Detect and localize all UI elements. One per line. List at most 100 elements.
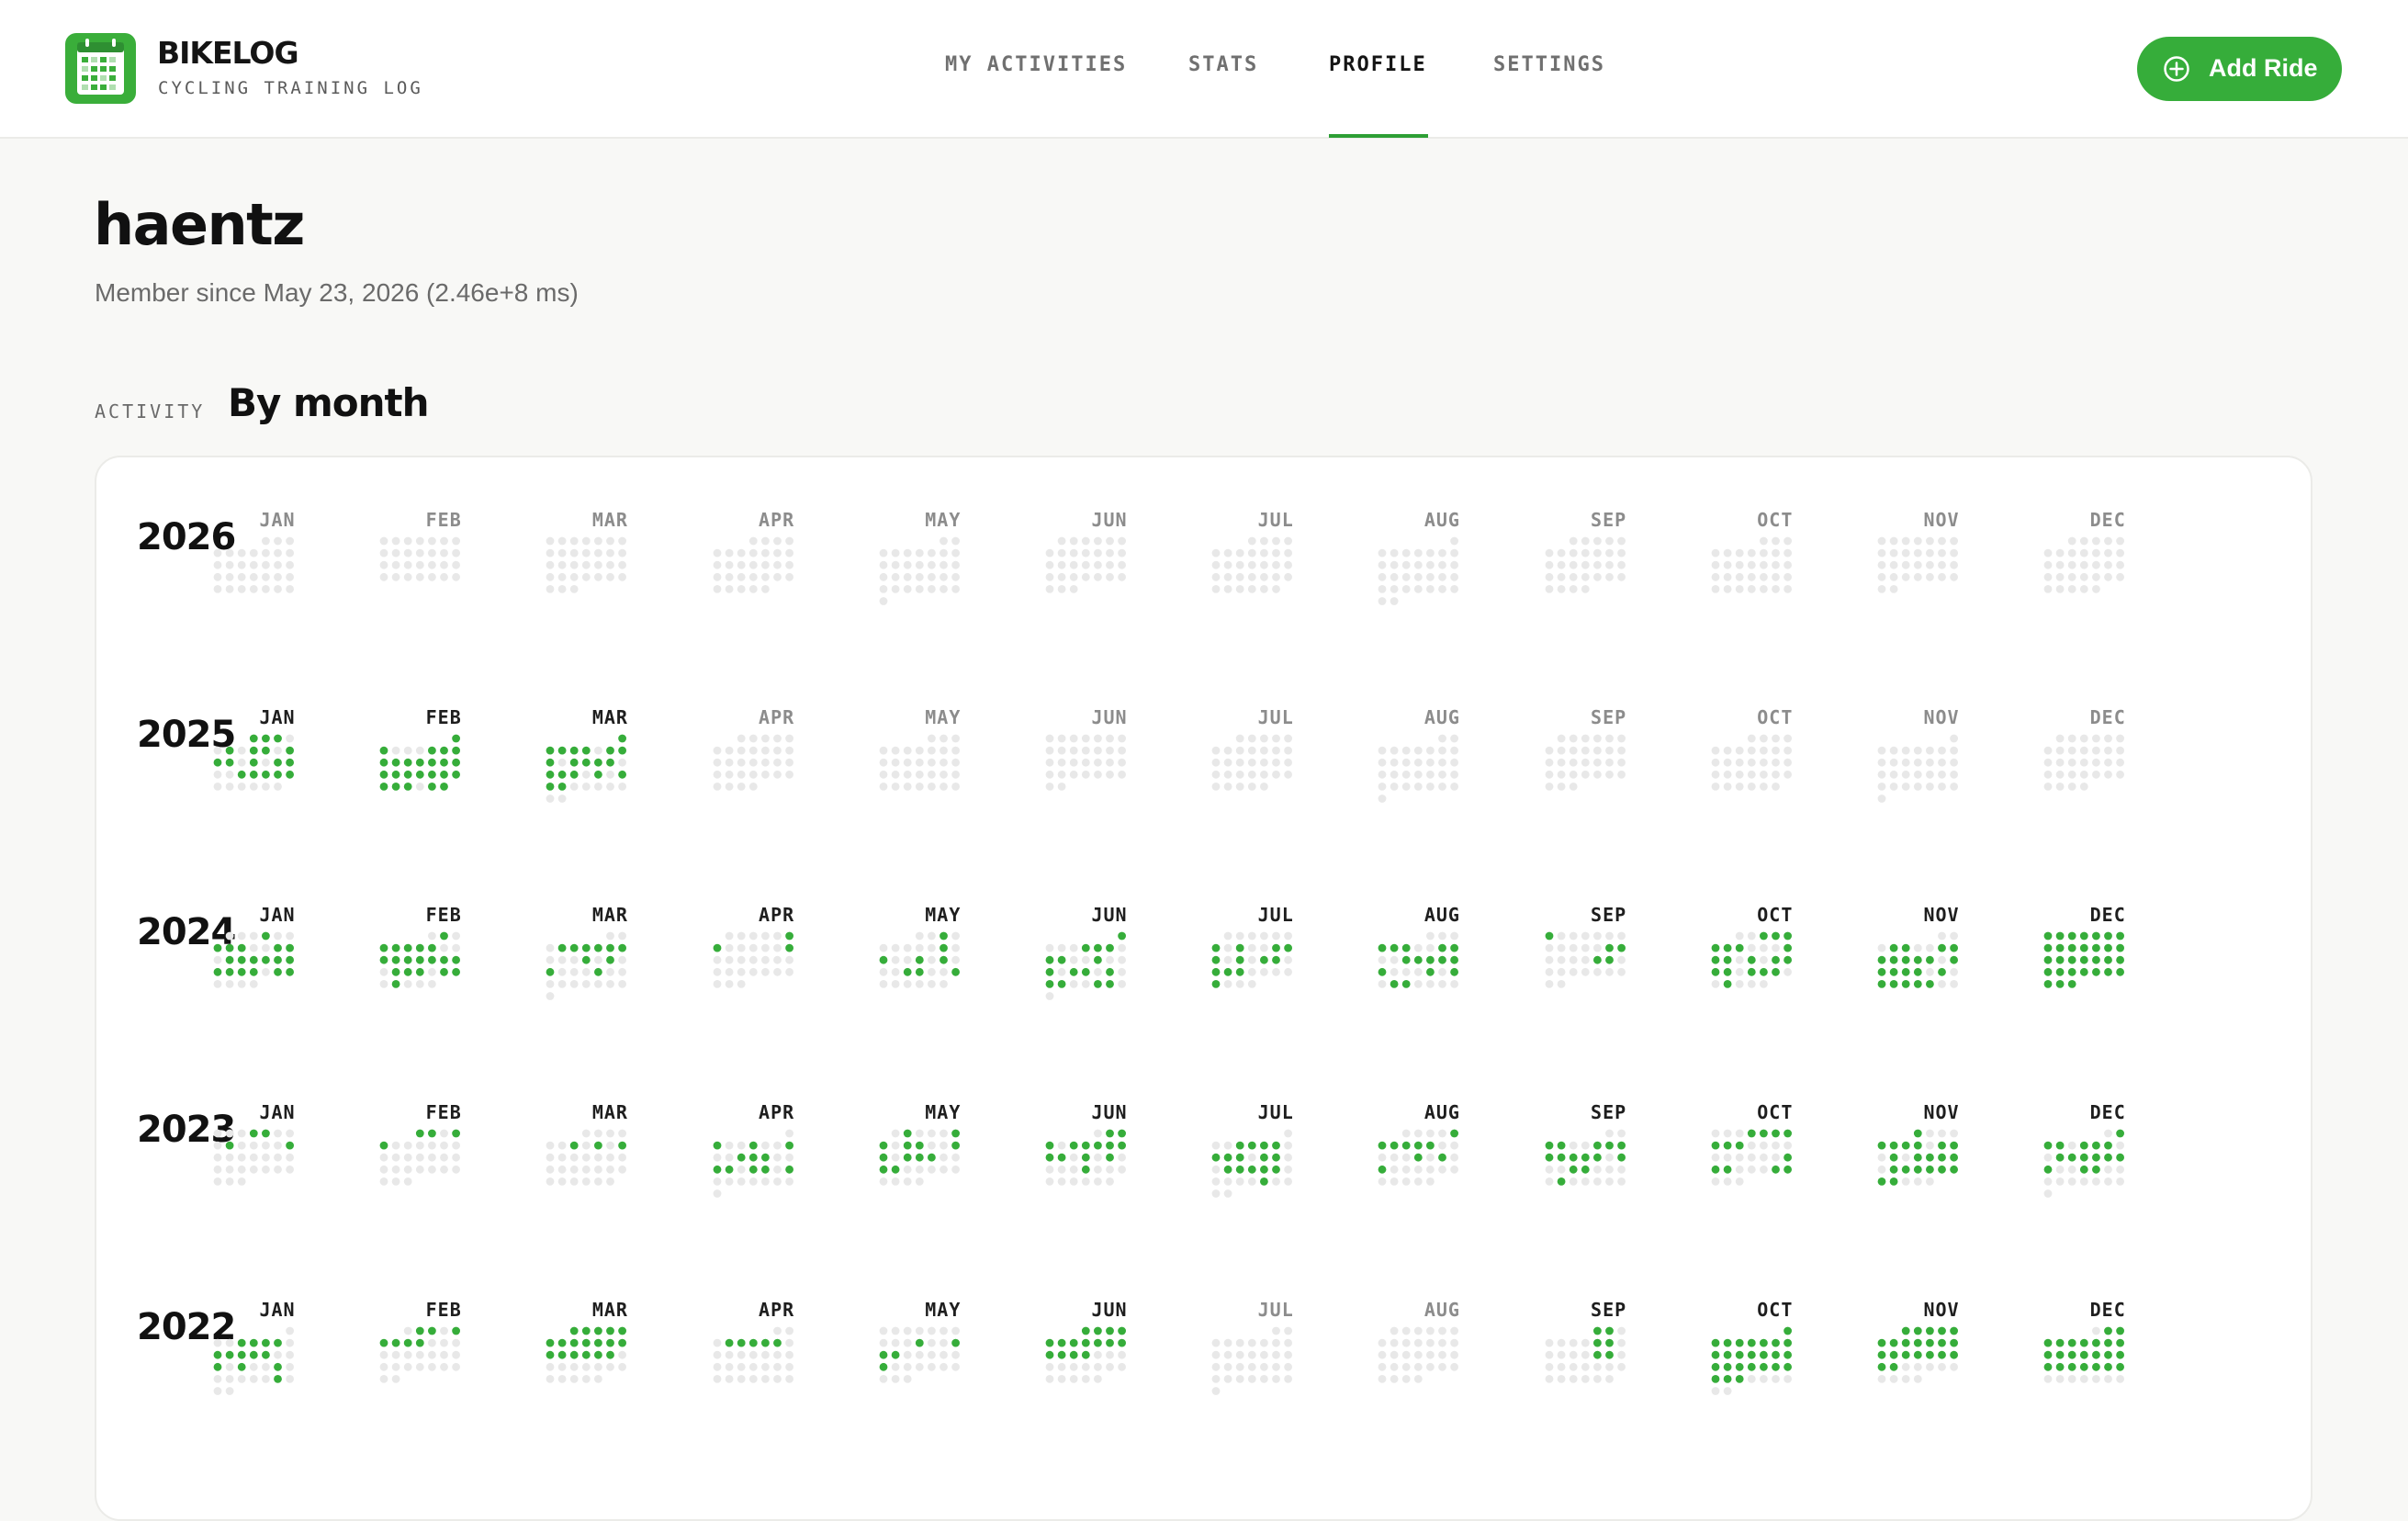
- empty-day-dot[interactable]: [915, 572, 924, 581]
- empty-day-dot[interactable]: [927, 1338, 936, 1347]
- ride-day-dot[interactable]: [713, 943, 721, 952]
- empty-day-dot[interactable]: [927, 734, 936, 743]
- empty-day-dot[interactable]: [286, 548, 294, 558]
- ride-day-dot[interactable]: [2116, 931, 2125, 941]
- empty-day-dot[interactable]: [1094, 1129, 1102, 1138]
- ride-day-dot[interactable]: [1045, 1338, 1054, 1347]
- empty-day-dot[interactable]: [1711, 783, 1720, 791]
- empty-day-dot[interactable]: [274, 931, 282, 941]
- ride-day-dot[interactable]: [2055, 967, 2065, 976]
- ride-day-dot[interactable]: [594, 770, 603, 779]
- empty-day-dot[interactable]: [1581, 943, 1590, 952]
- empty-day-dot[interactable]: [1735, 1153, 1744, 1162]
- empty-day-dot[interactable]: [1938, 931, 1946, 941]
- empty-day-dot[interactable]: [1569, 1350, 1578, 1359]
- empty-day-dot[interactable]: [546, 1375, 555, 1383]
- empty-day-dot[interactable]: [262, 967, 270, 976]
- empty-day-dot[interactable]: [1426, 1129, 1435, 1138]
- empty-day-dot[interactable]: [1723, 548, 1732, 558]
- ride-day-dot[interactable]: [1771, 1350, 1780, 1359]
- empty-day-dot[interactable]: [618, 955, 627, 964]
- empty-day-dot[interactable]: [760, 1141, 770, 1150]
- empty-day-dot[interactable]: [2104, 1177, 2113, 1186]
- month-calendar-mar[interactable]: MAR: [541, 1247, 679, 1445]
- empty-day-dot[interactable]: [1235, 734, 1244, 743]
- month-calendar-apr[interactable]: APR: [708, 852, 846, 1050]
- empty-day-dot[interactable]: [618, 1153, 627, 1162]
- empty-day-dot[interactable]: [1426, 1338, 1435, 1347]
- empty-day-dot[interactable]: [1118, 746, 1126, 755]
- empty-day-dot[interactable]: [391, 560, 400, 569]
- empty-day-dot[interactable]: [1592, 560, 1602, 569]
- ride-day-dot[interactable]: [1938, 1350, 1946, 1359]
- ride-day-dot[interactable]: [570, 758, 579, 767]
- empty-day-dot[interactable]: [2055, 783, 2065, 791]
- empty-day-dot[interactable]: [1223, 1177, 1232, 1186]
- empty-day-dot[interactable]: [582, 536, 591, 546]
- empty-day-dot[interactable]: [1592, 1177, 1602, 1186]
- ride-day-dot[interactable]: [237, 967, 246, 976]
- empty-day-dot[interactable]: [772, 1153, 782, 1162]
- ride-day-dot[interactable]: [903, 1153, 912, 1162]
- empty-day-dot[interactable]: [1913, 746, 1922, 755]
- empty-day-dot[interactable]: [713, 967, 721, 976]
- empty-day-dot[interactable]: [927, 1129, 936, 1138]
- empty-day-dot[interactable]: [760, 758, 770, 767]
- ride-day-dot[interactable]: [2092, 1141, 2100, 1150]
- empty-day-dot[interactable]: [1390, 1338, 1399, 1347]
- empty-day-dot[interactable]: [1604, 770, 1614, 779]
- empty-day-dot[interactable]: [1581, 931, 1590, 941]
- empty-day-dot[interactable]: [1569, 1141, 1578, 1150]
- empty-day-dot[interactable]: [1211, 770, 1221, 779]
- empty-day-dot[interactable]: [1094, 560, 1102, 569]
- empty-day-dot[interactable]: [1045, 992, 1054, 1000]
- ride-day-dot[interactable]: [1106, 1129, 1114, 1138]
- empty-day-dot[interactable]: [2104, 1129, 2113, 1138]
- empty-day-dot[interactable]: [225, 783, 234, 791]
- empty-day-dot[interactable]: [1390, 783, 1399, 791]
- empty-day-dot[interactable]: [903, 1338, 912, 1347]
- ride-day-dot[interactable]: [606, 746, 615, 755]
- empty-day-dot[interactable]: [1545, 746, 1553, 755]
- ride-day-dot[interactable]: [225, 1141, 234, 1150]
- empty-day-dot[interactable]: [2116, 548, 2125, 558]
- empty-day-dot[interactable]: [951, 572, 960, 581]
- empty-day-dot[interactable]: [403, 572, 412, 581]
- empty-day-dot[interactable]: [1747, 572, 1756, 581]
- empty-day-dot[interactable]: [428, 931, 436, 941]
- empty-day-dot[interactable]: [1045, 758, 1054, 767]
- empty-day-dot[interactable]: [1235, 548, 1244, 558]
- empty-day-dot[interactable]: [1747, 746, 1756, 755]
- ride-day-dot[interactable]: [249, 955, 258, 964]
- empty-day-dot[interactable]: [2055, 770, 2065, 779]
- empty-day-dot[interactable]: [1557, 967, 1566, 976]
- ride-day-dot[interactable]: [558, 1350, 567, 1359]
- empty-day-dot[interactable]: [1450, 1141, 1459, 1150]
- ride-day-dot[interactable]: [1877, 1338, 1886, 1347]
- empty-day-dot[interactable]: [1248, 931, 1256, 941]
- empty-day-dot[interactable]: [570, 560, 579, 569]
- empty-day-dot[interactable]: [237, 1375, 246, 1383]
- empty-day-dot[interactable]: [1414, 585, 1423, 593]
- empty-day-dot[interactable]: [1402, 585, 1411, 593]
- empty-day-dot[interactable]: [1106, 1177, 1114, 1186]
- empty-day-dot[interactable]: [713, 1338, 721, 1347]
- empty-day-dot[interactable]: [1235, 1350, 1244, 1359]
- empty-day-dot[interactable]: [1057, 1375, 1066, 1383]
- empty-day-dot[interactable]: [1581, 560, 1590, 569]
- empty-day-dot[interactable]: [213, 1375, 222, 1383]
- empty-day-dot[interactable]: [1402, 560, 1411, 569]
- ride-day-dot[interactable]: [891, 1165, 900, 1174]
- ride-day-dot[interactable]: [939, 931, 948, 941]
- empty-day-dot[interactable]: [274, 746, 282, 755]
- empty-day-dot[interactable]: [1545, 1375, 1553, 1383]
- empty-day-dot[interactable]: [748, 585, 758, 593]
- ride-day-dot[interactable]: [1118, 931, 1126, 941]
- ride-day-dot[interactable]: [2080, 967, 2088, 976]
- empty-day-dot[interactable]: [1877, 572, 1886, 581]
- empty-day-dot[interactable]: [1057, 1177, 1066, 1186]
- empty-day-dot[interactable]: [2043, 560, 2053, 569]
- empty-day-dot[interactable]: [2043, 585, 2053, 593]
- empty-day-dot[interactable]: [1711, 1387, 1720, 1395]
- empty-day-dot[interactable]: [915, 746, 924, 755]
